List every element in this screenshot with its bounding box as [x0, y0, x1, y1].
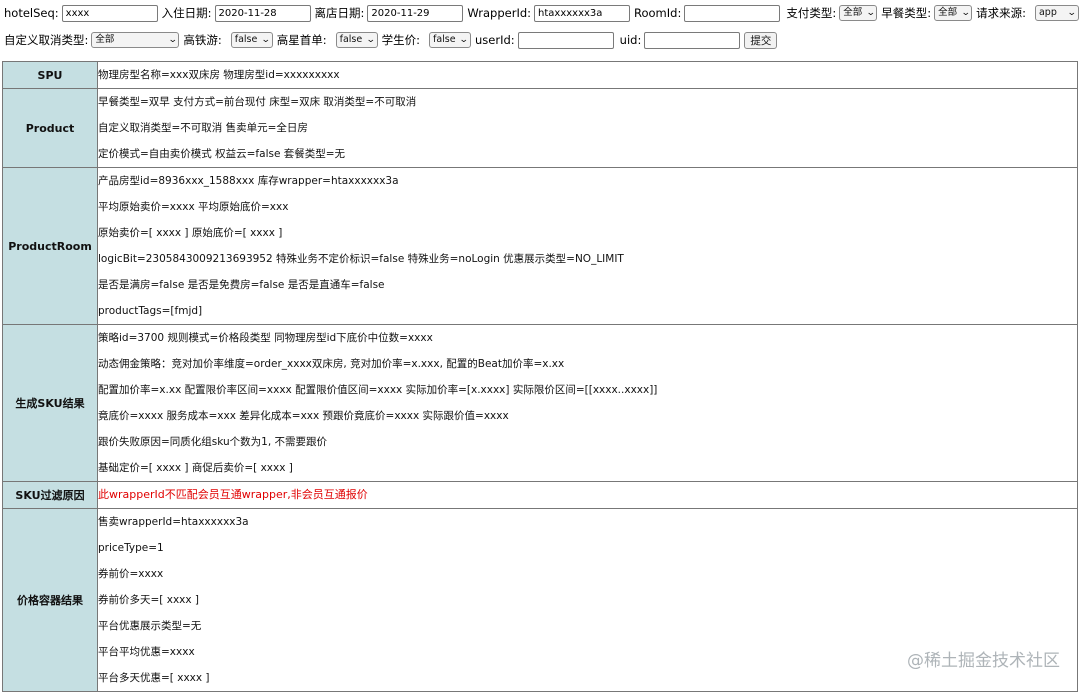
submit-button[interactable]: 提交: [744, 31, 778, 49]
line-sku-4: 竟底价=xxxx 服务成本=xxx 差异化成本=xxx 预跟价竟底价=xxxx …: [98, 410, 509, 422]
line-price-5: 平台优惠展示类型=无: [98, 620, 202, 632]
chevron-down-icon: ⌄: [167, 35, 178, 45]
roomid-label: RoomId:: [634, 6, 682, 20]
table-row-productroom: ProductRoom 产品房型id=8936xxx_1588xxx 库存wra…: [2, 167, 1078, 325]
chevron-down-icon: ⌄: [1067, 8, 1078, 18]
line-productroom-5: 是否是满房=false 是否是免费房=false 是否是直通车=false: [98, 279, 385, 291]
query-form-row-2: 自定义取消类型: 全部 ⌄ 高铁游: false ⌄ 高星首单: false ⌄ 学生…: [4, 29, 778, 51]
watermark: @稀土掘金技术社区: [907, 651, 1060, 671]
rail-tour-select[interactable]: false ⌄: [230, 32, 273, 48]
line-sku-6: 基础定价=[ xxxx ] 商促后卖价=[ xxxx ]: [98, 462, 293, 474]
checkin-date-label: 入住日期:: [161, 6, 212, 20]
roomid-input[interactable]: [684, 4, 781, 22]
userid-input[interactable]: [517, 31, 614, 49]
line-productroom-2: 平均原始卖价=xxxx 平均原始底价=xxx: [98, 201, 289, 213]
section-title-sku: 生成SKU结果: [2, 324, 98, 482]
student-price-select[interactable]: false ⌄: [429, 32, 471, 48]
uid-label: uid:: [619, 33, 642, 47]
line-productroom-1: 产品房型id=8936xxx_1588xxx 库存wrapper=htaxxxx…: [98, 175, 399, 187]
star-first-value: false: [339, 34, 363, 45]
result-table: SPU 物理房型名称=xxx双床房 物理房型id=xxxxxxxxx Produ…: [2, 61, 1078, 692]
chevron-down-icon: ⌄: [865, 8, 876, 18]
student-price-value: false: [433, 34, 456, 45]
section-title-spu: SPU: [2, 61, 98, 89]
table-row-product: Product 早餐类型=双早 支付方式=前台现付 床型=双床 取消类型=不可取…: [2, 88, 1078, 168]
line-productroom-6: productTags=[fmjd]: [98, 305, 203, 317]
line-price-4: 券前价多天=[ xxxx ]: [98, 594, 200, 606]
pay-type-select[interactable]: 全部 ⌄: [839, 5, 878, 21]
table-row-spu: SPU 物理房型名称=xxx双床房 物理房型id=xxxxxxxxx: [2, 61, 1078, 89]
line-price-3: 券前价=xxxx: [98, 568, 164, 580]
chevron-down-icon: ⌄: [365, 35, 376, 45]
cancel-type-value: 全部: [95, 34, 115, 45]
request-source-select[interactable]: app ⌄: [1034, 5, 1079, 21]
wrapperid-label: WrapperId:: [467, 6, 532, 20]
checkout-date-input[interactable]: 2020-11-29: [367, 4, 464, 22]
line-spu-1: 物理房型名称=xxx双床房 物理房型id=xxxxxxxxx: [98, 69, 340, 81]
section-body-sku: 策略id=3700 规则模式=价格段类型 同物理房型id下底价中位数=xxxx …: [97, 324, 1078, 482]
wrapperid-input[interactable]: htaxxxxxx3a: [534, 4, 631, 22]
line-sku-2: 动态佣金策略：竞对加价率维度=order_xxxx双床房, 竞对加价率=x.xx…: [98, 358, 565, 370]
userid-label: userId:: [475, 33, 515, 47]
table-row-sku-filter: SKU过滤原因 此wrapperId不匹配会员互通wrapper,非会员互通报价: [2, 481, 1078, 509]
section-title-sku-filter: SKU过滤原因: [2, 481, 98, 509]
cancel-type-select[interactable]: 全部 ⌄: [91, 32, 180, 48]
request-source-value: app: [1038, 7, 1057, 18]
line-product-3: 定价模式=自由卖价模式 权益云=false 套餐类型=无: [98, 148, 346, 160]
checkout-date-label: 离店日期:: [314, 6, 365, 20]
hotelseq-label: hotelSeq:: [4, 6, 59, 20]
table-row-sku: 生成SKU结果 策略id=3700 规则模式=价格段类型 同物理房型id下底价中…: [2, 324, 1078, 482]
section-body-sku-filter: 此wrapperId不匹配会员互通wrapper,非会员互通报价: [97, 481, 1078, 509]
request-source-label: 请求来源:: [976, 6, 1026, 20]
star-first-label: 高星首单:: [276, 33, 327, 47]
cancel-type-label: 自定义取消类型:: [4, 33, 89, 47]
line-price-2: priceType=1: [98, 542, 164, 554]
section-title-price-container: 价格容器结果: [2, 508, 98, 692]
checkin-date-input[interactable]: 2020-11-28: [214, 4, 311, 22]
pay-type-label: 支付类型:: [786, 6, 837, 20]
line-sku-1: 策略id=3700 规则模式=价格段类型 同物理房型id下底价中位数=xxxx: [98, 332, 433, 344]
hotelseq-input[interactable]: xxxx: [61, 4, 158, 22]
section-body-productroom: 产品房型id=8936xxx_1588xxx 库存wrapper=htaxxxx…: [97, 167, 1078, 325]
sku-filter-warning: 此wrapperId不匹配会员互通wrapper,非会员互通报价: [98, 488, 368, 501]
section-title-productroom: ProductRoom: [2, 167, 98, 325]
section-body-product: 早餐类型=双早 支付方式=前台现付 床型=双床 取消类型=不可取消 自定义取消类…: [97, 88, 1078, 168]
pay-type-value: 全部: [843, 7, 863, 18]
breakfast-type-value: 全部: [938, 7, 958, 18]
line-productroom-3: 原始卖价=[ xxxx ] 原始底价=[ xxxx ]: [98, 227, 283, 239]
line-sku-3: 配置加价率=x.xx 配置限价率区间=xxxx 配置限价值区间=xxxx 实际加…: [98, 384, 658, 396]
rail-tour-value: false: [234, 34, 258, 45]
section-body-spu: 物理房型名称=xxx双床房 物理房型id=xxxxxxxxx: [97, 61, 1078, 89]
chevron-down-icon: ⌄: [261, 35, 271, 45]
line-product-1: 早餐类型=双早 支付方式=前台现付 床型=双床 取消类型=不可取消: [98, 96, 417, 108]
line-sku-5: 跟价失败原因=同质化组sku个数为1, 不需要跟价: [98, 436, 328, 448]
line-product-2: 自定义取消类型=不可取消 售卖单元=全日房: [98, 122, 308, 134]
query-form-row-1: hotelSeq: xxxx 入住日期: 2020-11-28 离店日期: 20…: [4, 2, 1079, 24]
line-price-1: 售卖wrapperId=htaxxxxxx3a: [98, 516, 249, 528]
star-first-select[interactable]: false ⌄: [335, 32, 378, 48]
rail-tour-label: 高铁游:: [183, 33, 222, 47]
uid-input[interactable]: [644, 31, 741, 49]
breakfast-type-label: 早餐类型:: [881, 6, 932, 20]
breakfast-type-select[interactable]: 全部 ⌄: [934, 5, 973, 21]
chevron-down-icon: ⌄: [459, 35, 470, 45]
line-productroom-4: logicBit=2305843009213693952 特殊业务不定价标识=f…: [98, 253, 624, 265]
section-title-product: Product: [2, 88, 98, 168]
student-price-label: 学生价:: [381, 33, 420, 47]
chevron-down-icon: ⌄: [960, 8, 971, 18]
